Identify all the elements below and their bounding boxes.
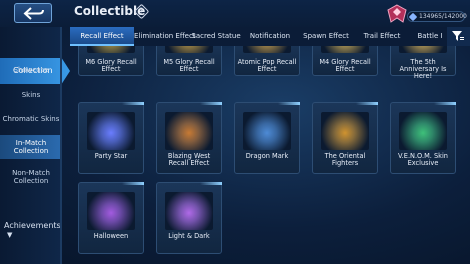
item-name: M6 Glory Recall Effect <box>85 58 137 73</box>
sidebar-divider <box>60 27 62 264</box>
item-name: M5 Glory Recall Effect <box>163 58 215 73</box>
item-name: Atomic Pop Recall Effect <box>237 58 297 73</box>
item-name: Party Star <box>94 152 128 160</box>
list-item[interactable]: The 5th Anniversary Is Here! <box>390 46 456 80</box>
achievements-label: Achievements <box>4 221 61 230</box>
list-item[interactable]: Halloween <box>78 182 144 254</box>
tab-recall-effect[interactable]: Recall Effect <box>70 27 134 50</box>
diamond-icon <box>408 12 418 22</box>
list-item[interactable]: M4 Glory Recall Effect <box>312 46 378 76</box>
item-name: The 5th Anniversary Is Here! <box>399 58 447 80</box>
list-item[interactable]: Blazing West Recall Effect <box>156 102 222 174</box>
sidebar-item-in-match-collection[interactable]: In-Match Collection <box>0 135 62 159</box>
collectible-grid: M6 Glory Recall Effect M5 Glory Recall E… <box>70 46 470 264</box>
item-name: M4 Glory Recall Effect <box>319 58 371 73</box>
filter-button[interactable] <box>447 27 470 46</box>
item-name: Blazing West Recall Effect <box>167 152 211 167</box>
item-art <box>243 112 291 150</box>
tab-spawn-effect[interactable]: Spawn Effect <box>300 27 352 46</box>
sidebar-item-showcase[interactable]: Showcase <box>0 66 62 74</box>
item-name: Light & Dark <box>168 232 210 240</box>
tab-notification[interactable]: Notification <box>246 27 294 46</box>
list-item[interactable]: Party Star <box>78 102 144 174</box>
list-item[interactable]: Dragon Mark <box>234 102 300 174</box>
item-art <box>165 192 213 230</box>
tab-bar: Recall Effect Elimination Effect Sacred … <box>70 27 470 50</box>
list-item[interactable]: Atomic Pop Recall Effect <box>234 46 300 76</box>
top-bar: Collectible ? 134965/142000 <box>0 0 470 27</box>
progress-text: 134965/142000 <box>419 13 467 20</box>
tab-trail-effect[interactable]: Trail Effect <box>360 27 404 46</box>
item-name: Halloween <box>93 232 129 240</box>
tab-elimination-effect[interactable]: Elimination Effect <box>134 27 196 46</box>
item-art <box>87 46 135 53</box>
collection-progress: 134965/142000 <box>407 11 467 22</box>
item-art <box>399 112 447 150</box>
list-item[interactable]: M6 Glory Recall Effect <box>78 46 144 76</box>
list-item[interactable]: M5 Glory Recall Effect <box>156 46 222 76</box>
filter-icon <box>452 31 464 41</box>
item-art <box>165 46 213 53</box>
tab-battle[interactable]: Battle I <box>414 27 446 46</box>
item-name: The Oriental Fighters <box>324 152 366 167</box>
item-art <box>87 112 135 150</box>
item-name: V.E.N.O.M. Skin Exclusive <box>398 152 448 167</box>
list-item[interactable]: V.E.N.O.M. Skin Exclusive <box>390 102 456 174</box>
sidebar-item-non-match-collection[interactable]: Non-Match Collection <box>0 169 62 185</box>
tab-sacred-statue[interactable]: Sacred Statue <box>190 27 242 46</box>
sidebar-item-skins[interactable]: Skins <box>0 91 62 99</box>
item-art <box>321 112 369 150</box>
list-item[interactable]: The Oriental Fighters <box>312 102 378 174</box>
item-art <box>165 112 213 150</box>
list-item[interactable]: Light & Dark <box>156 182 222 254</box>
back-arrow-icon <box>23 7 44 20</box>
back-button[interactable] <box>14 3 52 23</box>
sidebar: Collection Showcase Skins Chromatic Skin… <box>0 27 70 264</box>
item-art <box>87 192 135 230</box>
item-name: Dragon Mark <box>245 152 289 160</box>
sidebar-item-achievements[interactable]: Achievements ▼ <box>4 221 62 239</box>
item-art <box>243 46 291 53</box>
sidebar-item-chromatic-skins[interactable]: Chromatic Skins <box>0 115 62 123</box>
rank-badge-icon[interactable] <box>386 4 408 24</box>
item-art <box>321 46 369 53</box>
item-art <box>399 46 447 53</box>
chevron-down-icon: ▼ <box>7 231 13 239</box>
